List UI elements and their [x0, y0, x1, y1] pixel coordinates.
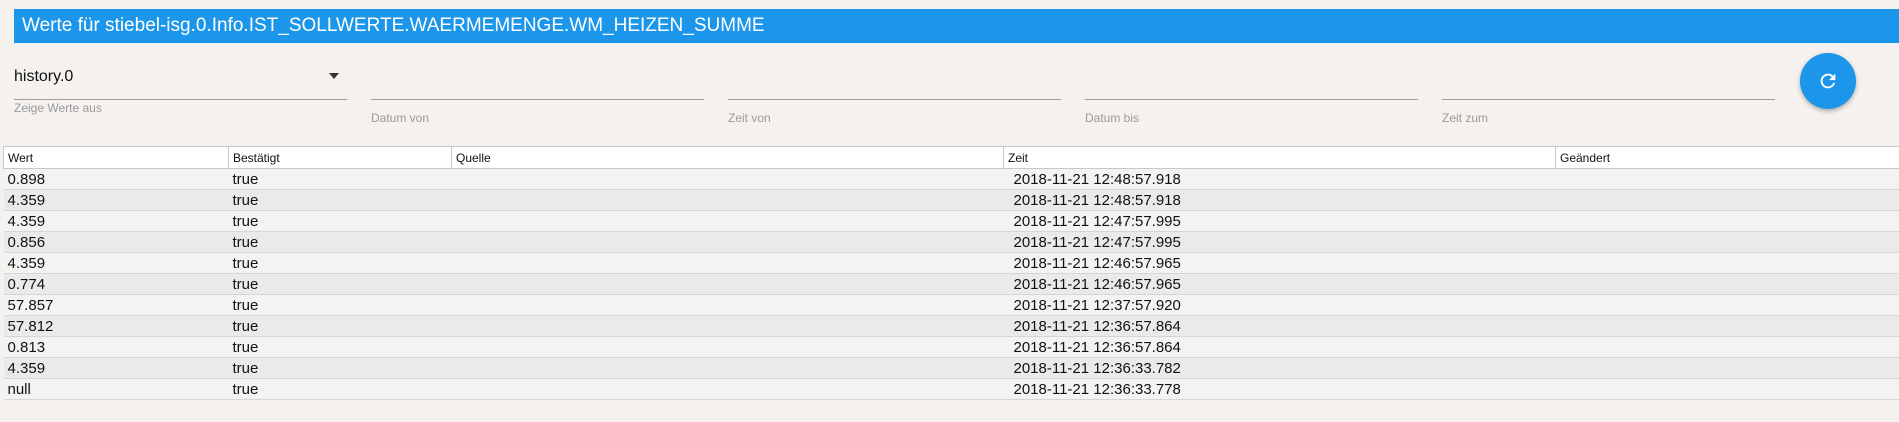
cell-geaendert — [1555, 252, 1899, 274]
cell-quelle — [451, 168, 1004, 190]
cell-geaendert — [1555, 336, 1899, 358]
cell-zeit: 2018-11-21 12:48:57.918 — [1003, 189, 1556, 211]
cell-wert: 0.813 — [3, 336, 229, 358]
cell-geaendert — [1555, 210, 1899, 232]
cell-geaendert — [1555, 378, 1899, 400]
column-header-quelle[interactable]: Quelle — [451, 146, 1004, 169]
table-row[interactable]: 4.359 true 2018-11-21 12:47:57.995 — [3, 210, 1899, 232]
table-row[interactable]: null true 2018-11-21 12:36:33.778 — [3, 378, 1899, 400]
table-row[interactable]: 4.359 true 2018-11-21 12:48:57.918 — [3, 189, 1899, 211]
cell-quelle — [451, 378, 1004, 400]
cell-zeit: 2018-11-21 12:36:57.864 — [1003, 315, 1556, 337]
cell-wert: 0.774 — [3, 273, 229, 295]
date-from-input[interactable] — [371, 60, 704, 100]
cell-quelle — [451, 210, 1004, 232]
cell-geaendert — [1555, 168, 1899, 190]
cell-zeit: 2018-11-21 12:47:57.995 — [1003, 231, 1556, 253]
column-header-geaendert[interactable]: Geändert — [1555, 146, 1899, 169]
table-row[interactable]: 57.812 true 2018-11-21 12:36:57.864 — [3, 315, 1899, 337]
table-row[interactable]: 4.359 true 2018-11-21 12:46:57.965 — [3, 252, 1899, 274]
cell-quelle — [451, 231, 1004, 253]
cell-wert: 0.898 — [3, 168, 229, 190]
cell-quelle — [451, 315, 1004, 337]
cell-wert: 4.359 — [3, 252, 229, 274]
cell-zeit: 2018-11-21 12:36:33.782 — [1003, 357, 1556, 379]
history-table-container: Wert Bestätigt Quelle Zeit Geändert 0.89… — [3, 146, 1899, 400]
table-header-row: Wert Bestätigt Quelle Zeit Geändert — [3, 146, 1899, 169]
cell-bestaetigt: true — [228, 189, 452, 211]
time-to-input[interactable] — [1442, 60, 1775, 100]
cell-wert: 57.857 — [3, 294, 229, 316]
cell-geaendert — [1555, 357, 1899, 379]
instance-select[interactable]: history.0 — [14, 60, 347, 100]
cell-bestaetigt: true — [228, 252, 452, 274]
cell-bestaetigt: true — [228, 357, 452, 379]
cell-zeit: 2018-11-21 12:37:57.920 — [1003, 294, 1556, 316]
cell-quelle — [451, 273, 1004, 295]
time-from-label: Zeit von — [728, 111, 771, 125]
cell-zeit: 2018-11-21 12:46:57.965 — [1003, 252, 1556, 274]
table-row[interactable]: 0.774 true 2018-11-21 12:46:57.965 — [3, 273, 1899, 295]
cell-quelle — [451, 357, 1004, 379]
cell-zeit: 2018-11-21 12:48:57.918 — [1003, 168, 1556, 190]
table-row[interactable]: 0.856 true 2018-11-21 12:47:57.995 — [3, 231, 1899, 253]
cell-bestaetigt: true — [228, 336, 452, 358]
cell-bestaetigt: true — [228, 273, 452, 295]
history-table: Wert Bestätigt Quelle Zeit Geändert 0.89… — [3, 146, 1899, 400]
column-header-wert[interactable]: Wert — [3, 146, 229, 169]
date-to-label: Datum bis — [1085, 111, 1140, 125]
cell-wert: 0.856 — [3, 231, 229, 253]
cell-bestaetigt: true — [228, 168, 452, 190]
cell-geaendert — [1555, 231, 1899, 253]
cell-wert: 4.359 — [3, 357, 229, 379]
cell-wert: 4.359 — [3, 210, 229, 232]
cell-geaendert — [1555, 315, 1899, 337]
cell-quelle — [451, 336, 1004, 358]
cell-bestaetigt: true — [228, 378, 452, 400]
time-to-label: Zeit zum — [1442, 111, 1489, 125]
refresh-icon — [1820, 73, 1836, 89]
table-row[interactable]: 0.813 true 2018-11-21 12:36:57.864 — [3, 336, 1899, 358]
instance-select-label: Zeige Werte aus — [14, 101, 102, 115]
cell-bestaetigt: true — [228, 294, 452, 316]
table-row[interactable]: 0.898 true 2018-11-21 12:48:57.918 — [3, 168, 1899, 190]
cell-geaendert — [1555, 189, 1899, 211]
refresh-button[interactable] — [1800, 53, 1856, 109]
cell-zeit: 2018-11-21 12:47:57.995 — [1003, 210, 1556, 232]
cell-wert: 4.359 — [3, 189, 229, 211]
cell-geaendert — [1555, 294, 1899, 316]
instance-select-value: history.0 — [14, 68, 74, 85]
date-to-input[interactable] — [1085, 60, 1418, 100]
table-row[interactable]: 57.857 true 2018-11-21 12:37:57.920 — [3, 294, 1899, 316]
cell-zeit: 2018-11-21 12:46:57.965 — [1003, 273, 1556, 295]
cell-wert: 57.812 — [3, 315, 229, 337]
cell-quelle — [451, 252, 1004, 274]
cell-bestaetigt: true — [228, 210, 452, 232]
cell-wert: null — [3, 378, 229, 400]
cell-quelle — [451, 189, 1004, 211]
chevron-down-icon — [329, 73, 339, 79]
cell-quelle — [451, 294, 1004, 316]
dialog-title: Werte für stiebel-isg.0.Info.IST_SOLLWER… — [14, 9, 1899, 43]
cell-zeit: 2018-11-21 12:36:33.778 — [1003, 378, 1556, 400]
column-header-zeit[interactable]: Zeit — [1003, 146, 1556, 169]
cell-bestaetigt: true — [228, 315, 452, 337]
time-from-input[interactable] — [728, 60, 1061, 100]
column-header-bestaetigt[interactable]: Bestätigt — [228, 146, 452, 169]
cell-zeit: 2018-11-21 12:36:57.864 — [1003, 336, 1556, 358]
table-row[interactable]: 4.359 true 2018-11-21 12:36:33.782 — [3, 357, 1899, 379]
cell-bestaetigt: true — [228, 231, 452, 253]
cell-geaendert — [1555, 273, 1899, 295]
date-from-label: Datum von — [371, 111, 430, 125]
